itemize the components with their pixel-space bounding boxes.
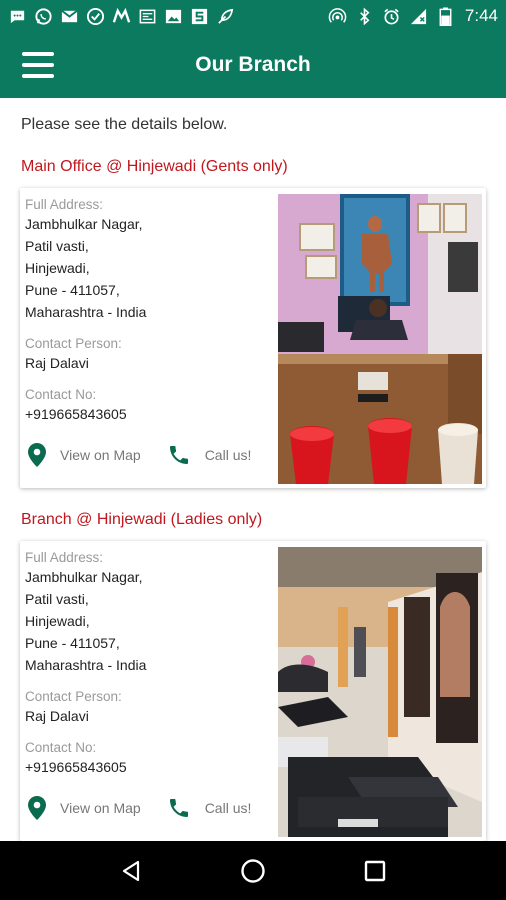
phone-number: +919665843605 [25, 406, 127, 422]
view-on-map-button[interactable]: View on Map [28, 443, 141, 467]
check-circle-icon [86, 7, 105, 26]
branch-list[interactable]: Please see the details below. Main Offic… [0, 98, 506, 841]
branch-title: Branch @ Hinjewadi (Ladies only) [21, 511, 263, 528]
s-app-icon [190, 7, 209, 26]
hotspot-icon [328, 7, 347, 26]
address-label: Full Address: [25, 550, 104, 565]
branch-info: Full Address: Jambhulkar Nagar, Patil va… [25, 549, 275, 778]
phone-icon [169, 799, 188, 817]
branch-actions: View on Map Call us! [28, 443, 278, 467]
call-us-button[interactable]: Call us! [167, 796, 252, 820]
app-bar: Our Branch [0, 32, 506, 98]
back-icon[interactable] [111, 851, 151, 891]
phone-label: Contact No: [25, 387, 97, 402]
branch-actions: View on Map Call us! [28, 796, 278, 820]
address-line: Hinjewadi, [25, 260, 90, 276]
contact-person: Raj Dalavi [25, 708, 89, 724]
notification-icons [8, 7, 235, 26]
gym-treadmill-photo [278, 547, 482, 837]
gym-reception-photo [278, 194, 482, 484]
intro-text: Please see the details below. [21, 116, 228, 133]
phone-icon [169, 446, 188, 464]
call-us-label: Call us! [204, 800, 252, 816]
recents-icon[interactable] [355, 851, 395, 891]
address-line: Patil vasti, [25, 591, 89, 607]
location-pin-icon [28, 443, 46, 467]
branch-info: Full Address: Jambhulkar Nagar, Patil va… [25, 196, 275, 425]
status-bar: 7:44 [0, 0, 506, 32]
image-icon [164, 7, 183, 26]
address-line: Jambhulkar Nagar, [25, 216, 143, 232]
home-icon[interactable] [233, 851, 273, 891]
battery-icon [436, 6, 455, 26]
phone-number: +919665843605 [25, 759, 127, 775]
signal-icon [409, 7, 428, 26]
branch-title: Main Office @ Hinjewadi (Gents only) [21, 158, 288, 175]
m-icon [112, 7, 131, 26]
address-line: Jambhulkar Nagar, [25, 569, 143, 585]
view-on-map-label: View on Map [60, 800, 141, 816]
address-line: Patil vasti, [25, 238, 89, 254]
contact-label: Contact Person: [25, 336, 122, 351]
call-us-button[interactable]: Call us! [167, 443, 252, 467]
system-icons: 7:44 [328, 6, 498, 26]
contact-person: Raj Dalavi [25, 355, 89, 371]
bluetooth-icon [355, 7, 374, 26]
address-line: Maharashtra - India [25, 657, 147, 673]
view-on-map-button[interactable]: View on Map [28, 796, 141, 820]
view-on-map-label: View on Map [60, 447, 141, 463]
alarm-icon [382, 7, 401, 26]
branch-card: Full Address: Jambhulkar Nagar, Patil va… [20, 541, 486, 841]
address-label: Full Address: [25, 197, 104, 212]
status-time: 7:44 [464, 6, 498, 25]
chat-icon [8, 7, 27, 26]
hamburger-menu-icon[interactable] [22, 52, 54, 78]
phone-label: Contact No: [25, 740, 97, 755]
spa-icon [216, 7, 235, 26]
gmail-icon [60, 7, 79, 26]
page-title: Our Branch [195, 53, 311, 76]
address-line: Pune - 411057, [25, 282, 120, 298]
address-line: Maharashtra - India [25, 304, 147, 320]
branch-card: Full Address: Jambhulkar Nagar, Patil va… [20, 188, 486, 488]
address-line: Hinjewadi, [25, 613, 90, 629]
call-us-label: Call us! [204, 447, 252, 463]
navigation-bar [0, 841, 506, 900]
news-icon [138, 7, 157, 26]
contact-label: Contact Person: [25, 689, 122, 704]
whatsapp-icon [34, 7, 53, 26]
location-pin-icon [28, 796, 46, 820]
address-line: Pune - 411057, [25, 635, 120, 651]
